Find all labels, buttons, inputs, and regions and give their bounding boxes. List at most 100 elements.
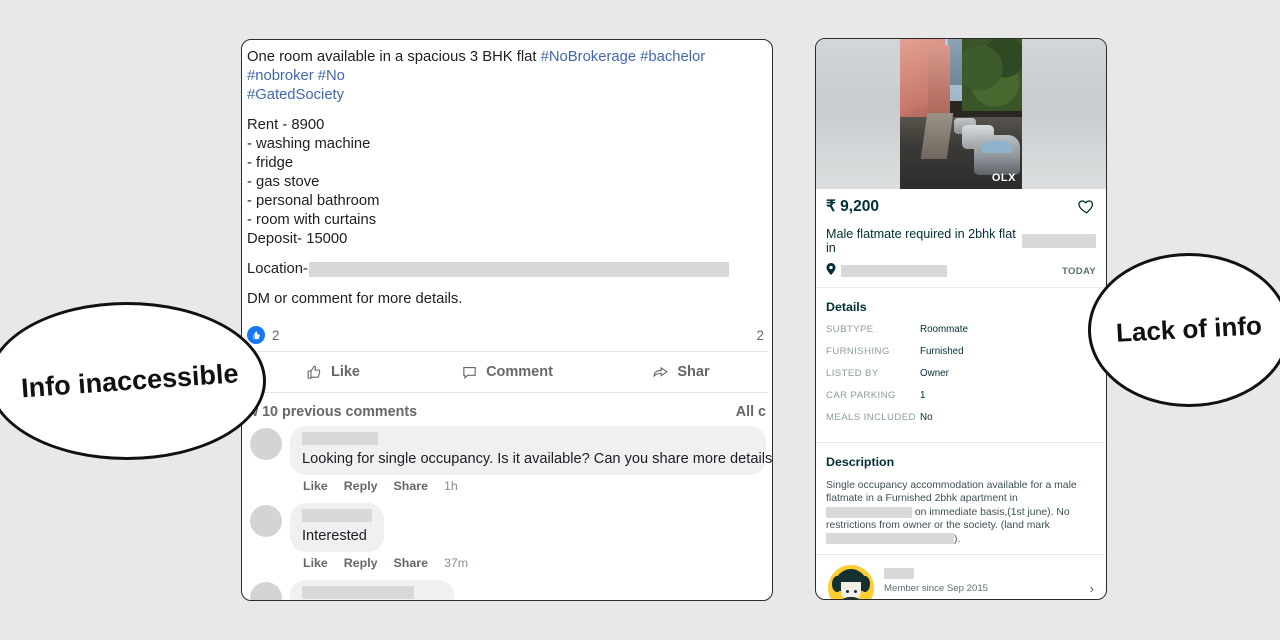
user-avatar-icon xyxy=(828,565,874,599)
detail-value: Owner xyxy=(920,368,949,379)
comment-actions: Like Reply Share 1h xyxy=(290,475,766,501)
post-headline-paragraph: One room available in a spacious 3 BHK f… xyxy=(247,48,772,105)
comment-like-action[interactable]: Like xyxy=(303,479,328,493)
post-location-label: Location- xyxy=(247,261,308,277)
redacted-listing-location xyxy=(841,265,947,277)
thumbs-up-icon xyxy=(247,326,265,344)
share-button[interactable]: Shar xyxy=(594,352,768,392)
comment-actions: Like Reply Share 37m xyxy=(290,552,766,578)
description-heading: Description xyxy=(826,455,895,469)
seller-info: Member since Sep 2015 SEE PROFILE xyxy=(884,567,1080,599)
photo-building-left-2 xyxy=(928,45,950,123)
see-profile-link[interactable]: SEE PROFILE xyxy=(884,598,1080,599)
description-section: Description Single occupancy accommodati… xyxy=(816,443,1106,554)
detail-row-meals-included: MEALS INCLUDED No xyxy=(826,412,1096,423)
detail-value: Furnished xyxy=(920,346,964,357)
listing-posted-date: TODAY xyxy=(1061,265,1096,277)
detail-label: SUBTYPE xyxy=(826,324,874,335)
detail-label: LISTED BY xyxy=(826,368,879,379)
detail-row-subtype: SUBTYPE Roommate xyxy=(826,324,1096,335)
comment-button-label: Comment xyxy=(486,364,553,380)
description-text: Single occupancy accommodation available… xyxy=(826,479,1096,546)
price-row: ₹ 9,200 xyxy=(826,197,1096,221)
detail-value: Roommate xyxy=(920,324,968,335)
detail-row-furnishing: FURNISHING Furnished xyxy=(826,346,1096,357)
facebook-post-card: One room available in a spacious 3 BHK f… xyxy=(241,39,773,601)
comments-header: w 10 previous comments All c xyxy=(242,393,772,426)
detail-row-listed-by: LISTED BY Owner xyxy=(826,368,1096,379)
post-call-to-action: DM or comment for more details. xyxy=(247,291,463,307)
redacted-title-location xyxy=(1022,234,1096,248)
avatar[interactable] xyxy=(250,582,282,600)
listing-header: ₹ 9,200 Male flatmate required in 2bhk f… xyxy=(816,189,1106,287)
detail-row-car-parking: CAR PARKING 1 xyxy=(826,390,1096,401)
comment-content: Looking for single occupancy. Is it avai… xyxy=(290,426,772,501)
avatar[interactable] xyxy=(250,505,282,537)
chevron-right-icon[interactable]: › xyxy=(1090,581,1096,596)
location-group xyxy=(826,262,947,280)
comment-bubble: Please share pictures xyxy=(290,580,455,600)
post-headline: One room available in a spacious 3 BHK f… xyxy=(247,49,541,65)
redacted-commenter-name xyxy=(302,586,414,599)
listing-price: ₹ 9,200 xyxy=(826,198,879,215)
detail-value: No xyxy=(920,412,933,423)
post-amenity-curtains: - room with curtains xyxy=(247,212,377,228)
comment-count-truncated: 2 xyxy=(756,327,764,343)
map-pin-icon xyxy=(826,262,836,280)
comment-reply-action[interactable]: Reply xyxy=(344,479,378,493)
heart-icon[interactable] xyxy=(1077,197,1096,221)
like-button-label: Like xyxy=(330,364,360,380)
comment-reply-action[interactable]: Reply xyxy=(344,556,378,570)
member-since-text: Member since Sep 2015 xyxy=(884,582,988,594)
reactions-left[interactable]: 2 xyxy=(247,326,280,344)
screenshot-stage: One room available in a spacious 3 BHK f… xyxy=(0,0,1280,640)
post-deposit: Deposit- 15000 xyxy=(247,231,348,247)
photo-car-window xyxy=(982,141,1012,153)
post-rent: Rent - 8900 xyxy=(247,117,325,133)
comment-bubble: Interested xyxy=(290,503,384,552)
comment-text: Looking for single occupancy. Is it avai… xyxy=(302,451,773,467)
avatar-hair-right xyxy=(860,576,870,593)
listing-title: Male flatmate required in 2bhk flat in xyxy=(826,227,1016,255)
view-previous-comments-link[interactable]: w 10 previous comments xyxy=(247,404,417,420)
detail-label: CAR PARKING xyxy=(826,390,896,401)
comment-content: Interested Like Reply Share 37m xyxy=(290,503,766,578)
comment-share-action[interactable]: Share xyxy=(394,479,428,493)
share-button-label: Shar xyxy=(677,364,710,380)
street-photo-image: OLX xyxy=(900,39,1022,189)
post-action-bar: Like Comment Shar xyxy=(246,351,768,393)
redacted-description-landmark xyxy=(826,533,954,545)
detail-label: FURNISHING xyxy=(826,346,890,357)
post-hashtags-line-2[interactable]: #GatedSociety xyxy=(247,87,344,103)
photo-trees xyxy=(962,39,1022,111)
avatar[interactable] xyxy=(250,428,282,460)
detail-value: 1 xyxy=(920,390,926,401)
redacted-description-location xyxy=(826,506,912,518)
description-part-3: ). xyxy=(954,533,961,545)
comment-timestamp: 37m xyxy=(443,556,469,570)
redacted-seller-name xyxy=(884,567,914,579)
comments-filter-label[interactable]: All c xyxy=(736,404,766,420)
olx-listing-card: OLX ₹ 9,200 Male flatmate required in 2b… xyxy=(815,38,1107,600)
olx-watermark: OLX xyxy=(991,172,1016,184)
annotation-bubble-lack-of-info: Lack of info xyxy=(1088,253,1280,407)
comment-timestamp: 1h xyxy=(443,479,458,493)
post-amenity-fridge: - fridge xyxy=(247,155,294,171)
seller-profile-row[interactable]: Member since Sep 2015 SEE PROFILE › xyxy=(816,555,1106,599)
share-arrow-icon xyxy=(653,366,669,377)
like-button[interactable]: Like xyxy=(246,352,420,392)
comment-button[interactable]: Comment xyxy=(420,352,594,392)
redacted-location-value xyxy=(308,261,729,277)
comment-bubble: Looking for single occupancy. Is it avai… xyxy=(290,426,772,475)
comment-like-action[interactable]: Like xyxy=(303,556,328,570)
redacted-commenter-name xyxy=(302,509,372,522)
comment-item: Looking for single occupancy. Is it avai… xyxy=(242,426,772,503)
comment-item: Interested Like Reply Share 37m xyxy=(242,503,772,580)
listing-photo[interactable]: OLX xyxy=(816,39,1106,189)
description-part-1: Single occupancy accommodation available… xyxy=(826,480,1077,505)
comment-share-action[interactable]: Share xyxy=(394,556,428,570)
redacted-commenter-name xyxy=(302,432,378,445)
post-amenity-washing-machine: - washing machine xyxy=(247,136,371,152)
post-amenity-bathroom: - personal bathroom xyxy=(247,193,380,209)
details-section: Details SUBTYPE Roommate FURNISHING Furn… xyxy=(816,288,1106,442)
